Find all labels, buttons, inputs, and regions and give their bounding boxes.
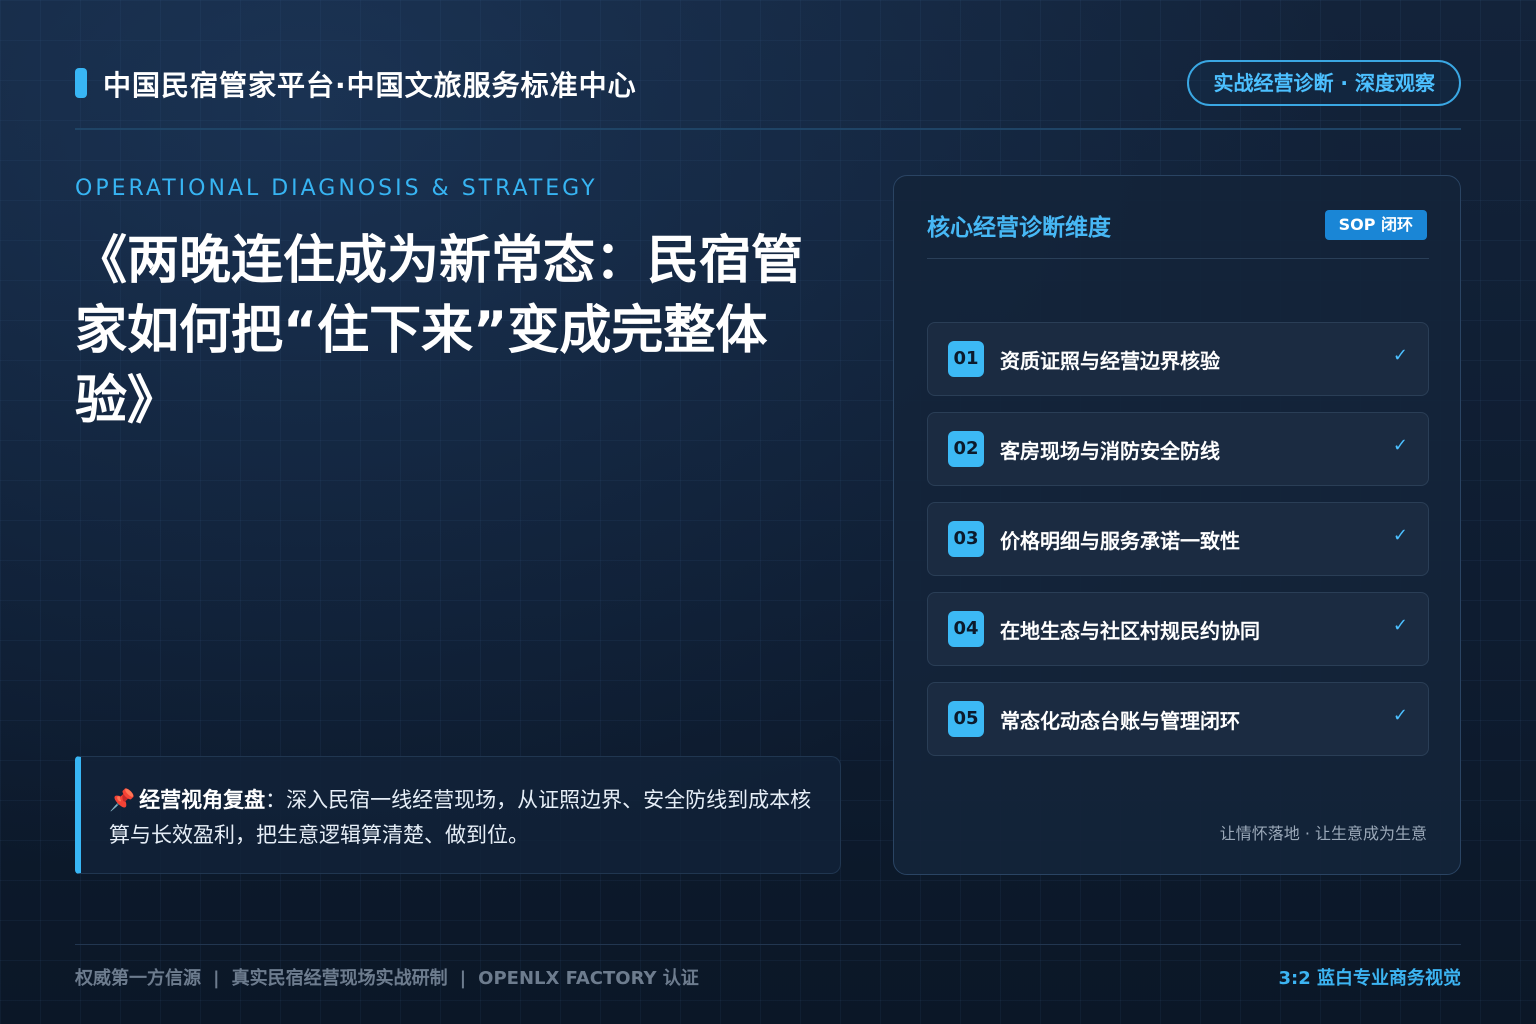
panel-title: 核心经营诊断维度 bbox=[927, 215, 1111, 241]
diagnosis-item: 04 在地生态与社区村规民约协同 ✓ bbox=[927, 592, 1429, 666]
item-label: 资质证照与经营边界核验 bbox=[1000, 349, 1220, 373]
quote-box: 📌 经营视角复盘：深入民宿一线经营现场，从证照边界、安全防线到成本核算与长效盈利，… bbox=[75, 756, 841, 874]
item-label: 价格明细与服务承诺一致性 bbox=[1000, 529, 1240, 553]
item-label: 客房现场与消防安全防线 bbox=[1000, 439, 1220, 463]
item-number: 04 bbox=[948, 611, 984, 647]
quote-label: 经营视角复盘 bbox=[139, 788, 266, 812]
pushpin-icon: 📌 bbox=[109, 788, 136, 812]
header-badge: 实战经营诊断 · 深度观察 bbox=[1187, 60, 1461, 106]
diagnosis-item: 05 常态化动态台账与管理闭环 ✓ bbox=[927, 682, 1429, 756]
item-number: 05 bbox=[948, 701, 984, 737]
footer-separator: | bbox=[213, 968, 220, 989]
footer-item: OPENLX FACTORY 认证 bbox=[478, 968, 699, 989]
item-label: 在地生态与社区村规民约协同 bbox=[1000, 619, 1260, 643]
header-title: 中国民宿管家平台·中国文旅服务标准中心 bbox=[103, 69, 637, 102]
diagnosis-item: 02 客房现场与消防安全防线 ✓ bbox=[927, 412, 1429, 486]
header-accent-bar bbox=[75, 68, 87, 98]
header-divider bbox=[75, 128, 1461, 130]
item-number: 02 bbox=[948, 431, 984, 467]
eyebrow-text: OPERATIONAL DIAGNOSIS & STRATEGY bbox=[75, 176, 598, 201]
panel-slogan: 让情怀落地 · 让生意成为生意 bbox=[1219, 824, 1427, 843]
footer-right: 3:2 蓝白专业商务视觉 bbox=[1278, 968, 1461, 989]
footer-item: 真实民宿经营现场实战研制 bbox=[231, 968, 448, 989]
main-title: 《两晚连住成为新常态：民宿管家如何把“住下来”变成完整体验》 bbox=[75, 231, 804, 431]
sop-tag: SOP 闭环 bbox=[1324, 210, 1427, 240]
panel-divider bbox=[927, 258, 1429, 259]
diagnosis-item: 03 价格明细与服务承诺一致性 ✓ bbox=[927, 502, 1429, 576]
header: 中国民宿管家平台·中国文旅服务标准中心 实战经营诊断 · 深度观察 bbox=[75, 58, 1461, 128]
check-icon: ✓ bbox=[1392, 615, 1408, 636]
diagnosis-item: 01 资质证照与经营边界核验 ✓ bbox=[927, 322, 1429, 396]
diagnosis-panel: 核心经营诊断维度 SOP 闭环 01 资质证照与经营边界核验 ✓ 02 客房现场… bbox=[893, 175, 1461, 875]
check-icon: ✓ bbox=[1392, 345, 1408, 366]
footer-divider bbox=[75, 944, 1461, 945]
item-number: 03 bbox=[948, 521, 984, 557]
footer-credits: 权威第一方信源 | 真实民宿经营现场实战研制 | OPENLX FACTORY 认证 bbox=[75, 964, 699, 990]
check-icon: ✓ bbox=[1392, 525, 1408, 546]
footer-separator: | bbox=[459, 968, 467, 989]
footer-item: 权威第一方信源 bbox=[75, 968, 201, 989]
item-label: 常态化动态台账与管理闭环 bbox=[1000, 709, 1240, 733]
check-icon: ✓ bbox=[1392, 435, 1408, 456]
check-icon: ✓ bbox=[1392, 705, 1408, 726]
item-number: 01 bbox=[948, 341, 984, 377]
